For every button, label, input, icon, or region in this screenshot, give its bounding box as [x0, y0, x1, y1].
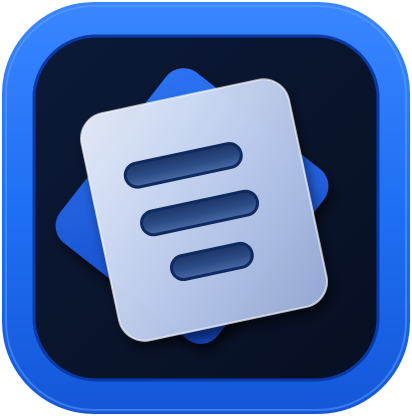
app-icon — [0, 0, 412, 416]
document-app-icon — [2, 2, 410, 414]
